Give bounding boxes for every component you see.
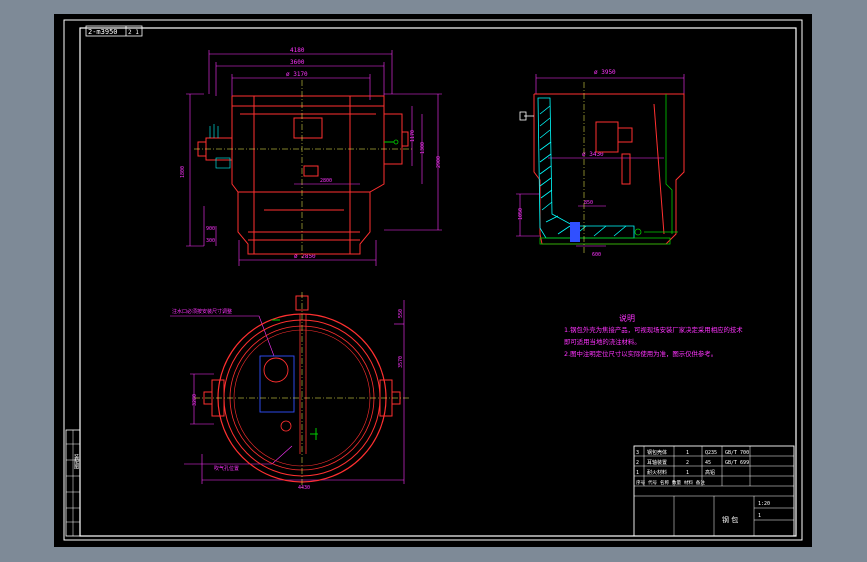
outer-border — [63, 19, 803, 541]
dim-height-right-3: 2900 — [436, 156, 442, 168]
part-row-3-spec: GB/T 700 — [725, 450, 749, 456]
title-block: 3 钢包壳体 1 Q235 GB/T 700 2 耳轴装置 2 45 GB/T … — [633, 445, 795, 537]
dim-mid-width: 2800 — [320, 178, 332, 184]
part-row-1-no: 1 — [636, 470, 639, 476]
dim-upper-width: 3600 — [290, 59, 305, 66]
dim-height-right-1: 1170 — [410, 130, 416, 142]
side-strip-label: 装配图 — [73, 453, 79, 470]
code-tag: 2-m3950 — [88, 28, 118, 36]
note-line-1: 1.钢包外壳为焦接产品，可视现场安装厂家决定采用相应的技术 — [564, 325, 743, 334]
dim-plan-side-1: 550 — [398, 309, 404, 318]
dim-height-right-2: 1300 — [420, 142, 426, 154]
part-row-2-qty: 2 — [686, 460, 689, 466]
plan-view: 4430 550 3570 3280 注水口必须按安装尺寸调整 吹气孔位置 — [170, 292, 410, 491]
callout-lower: 吹气孔位置 — [214, 465, 239, 472]
dim-lower-1: 900 — [206, 226, 215, 232]
part-row-3-qty: 1 — [686, 450, 689, 456]
part-row-1-qty: 1 — [686, 470, 689, 476]
part-row-3-name: 钢包壳体 — [647, 449, 667, 456]
part-row-2-no: 2 — [636, 460, 639, 466]
dim-top-width: ø 3950 — [594, 69, 616, 76]
part-row-2-spec: GB/T 699 — [725, 460, 749, 466]
front-view: 4180 3600 ø 3170 2800 ø 2850 1800 1170 1… — [180, 47, 442, 266]
dim-overall-width: 4180 — [290, 47, 305, 54]
dim-base-width: 850 — [584, 200, 593, 206]
dim-base-height: 1050 — [518, 208, 524, 220]
notes-title: 说明 — [619, 313, 635, 323]
tap-hole-block — [570, 222, 580, 242]
part-row-1-name: 耐火材料 — [647, 469, 667, 476]
part-row-3-material: Q235 — [705, 450, 717, 456]
dim-base-sub: 600 — [592, 252, 601, 258]
callout-upper: 注水口必须按安装尺寸调整 — [172, 308, 232, 315]
dim-plan-side-2: 3570 — [398, 356, 404, 368]
drawing-canvas: 2-m3950 2 1 装配图 4180 3600 ø 3170 2800 ø … — [54, 14, 812, 547]
code-tag-suffix: 2 1 — [128, 29, 139, 36]
parts-header-row: 序号 代号 名称 数量 材料 备注 — [636, 479, 705, 486]
part-row-1-material: 高铝 — [705, 469, 715, 476]
part-row-3-no: 3 — [636, 450, 639, 456]
section-view: ø 3950 ø 3430 1050 850 600 — [516, 69, 685, 258]
dim-plan-left-height: 3280 — [192, 394, 198, 406]
cad-drawing: 2-m3950 2 1 装配图 4180 3600 ø 3170 2800 ø … — [63, 19, 803, 541]
technical-notes: 说明 1.钢包外壳为焦接产品，可视现场安装厂家决定采用相应的技术 即可适用当地的… — [564, 313, 743, 358]
dim-height-left: 1800 — [180, 166, 186, 178]
note-line-2: 即可适用当地的浇注材料。 — [564, 337, 641, 346]
part-row-2-name: 耳轴装置 — [647, 459, 667, 466]
drawing-sheet: 1 — [758, 513, 761, 519]
note-line-3: 2.图中注明定位尺寸以实际使用为准，图示仅供参考。 — [564, 349, 717, 358]
drawing-name: 钢 包 — [722, 515, 738, 524]
drawing-scale: 1:20 — [758, 501, 770, 507]
dim-inner-width: ø 3170 — [286, 71, 308, 78]
dim-lower-2: 300 — [206, 238, 215, 244]
dim-plan-overall: 4430 — [298, 485, 310, 491]
part-row-2-material: 45 — [705, 460, 711, 466]
